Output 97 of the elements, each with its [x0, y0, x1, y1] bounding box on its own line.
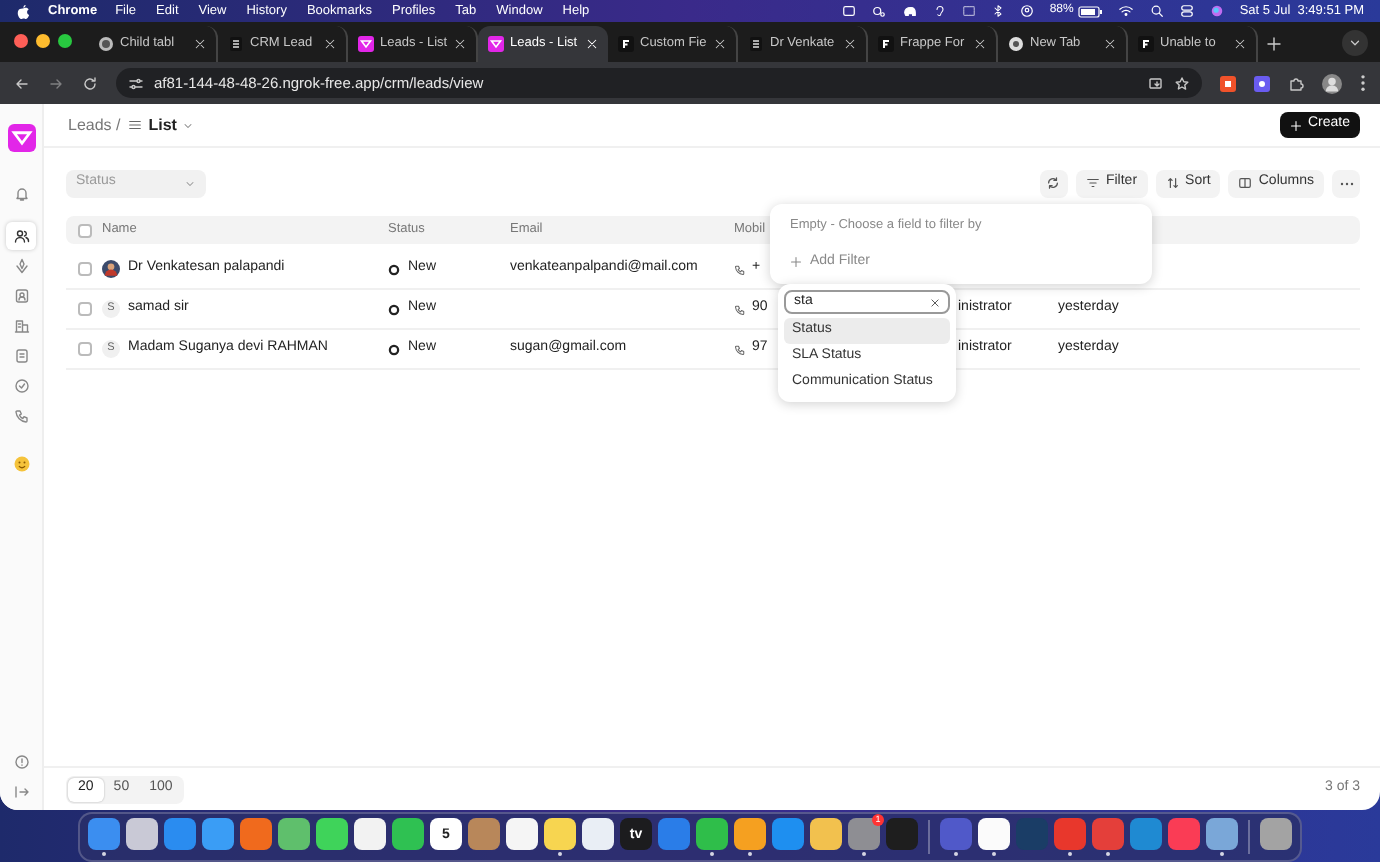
avatar-icon [102, 260, 120, 278]
new-tab-icon[interactable] [1266, 36, 1282, 52]
frappe-logo-icon [878, 36, 894, 52]
crm-logo-icon[interactable] [7, 124, 35, 152]
search-icon[interactable] [1149, 4, 1164, 18]
chevron-down-icon [184, 177, 196, 189]
dock-app-icon[interactable] [126, 818, 158, 850]
close-icon[interactable] [974, 38, 986, 50]
apple-logo-icon[interactable] [16, 3, 30, 19]
bookmark-star-icon[interactable] [1174, 75, 1190, 91]
phone-icon [734, 343, 746, 355]
crm-logo-icon [358, 36, 374, 52]
close-icon[interactable] [1234, 38, 1246, 50]
close-icon[interactable] [1104, 38, 1116, 50]
extension-icon[interactable] [1220, 75, 1236, 91]
install-app-icon[interactable] [1148, 75, 1164, 91]
control-center-icon[interactable] [1179, 4, 1194, 18]
elephant-icon[interactable] [901, 4, 918, 18]
row-checkbox[interactable] [77, 342, 91, 356]
dock-app-icon[interactable] [316, 818, 348, 850]
close-icon[interactable] [454, 38, 466, 50]
filter-icon [1085, 176, 1100, 190]
note-icon [13, 348, 29, 364]
minimize-window-button[interactable] [36, 34, 50, 48]
refresh-icon [1046, 176, 1061, 190]
check-circle-icon [13, 378, 29, 394]
chrome-logo-icon [1008, 36, 1024, 52]
people-icon [13, 228, 29, 244]
dock-app-icon[interactable] [1206, 818, 1238, 850]
dock-app-icon[interactable] [392, 818, 424, 850]
profile-avatar-icon[interactable] [1322, 73, 1342, 93]
collapse-sidebar-icon[interactable] [13, 784, 29, 800]
extension-icon[interactable] [1254, 75, 1270, 91]
dock-app-icon[interactable] [544, 818, 576, 850]
building-icon [13, 318, 29, 334]
refresh-button[interactable] [1039, 169, 1068, 197]
select-all-checkbox[interactable] [77, 223, 91, 237]
back-arrow-icon[interactable] [14, 75, 30, 91]
zoom-window-button[interactable] [58, 34, 72, 48]
breadcrumb-link[interactable]: Leads / [68, 113, 121, 137]
siri-icon[interactable] [1209, 4, 1224, 18]
sort-icon [1165, 176, 1180, 190]
reload-icon[interactable] [82, 75, 98, 91]
dock-app-icon[interactable] [734, 818, 766, 850]
chevron-down-icon [182, 119, 195, 131]
plus-icon [1289, 119, 1302, 131]
list-icon [128, 118, 143, 132]
status-indicator-icon [388, 263, 400, 275]
tab-search-button[interactable] [1342, 30, 1368, 56]
smiley-icon [13, 456, 29, 472]
chevron-down-icon [1348, 36, 1362, 50]
nav-button[interactable] [6, 222, 36, 250]
phone-icon [734, 263, 746, 275]
columns-icon [1238, 176, 1253, 190]
site-settings-icon [128, 75, 144, 91]
close-icon[interactable] [324, 38, 336, 50]
dock-app-icon[interactable] [278, 818, 310, 850]
dock-app-icon[interactable] [978, 818, 1010, 850]
close-window-button[interactable] [14, 34, 28, 48]
globe-icon [98, 36, 114, 52]
dock-app-icon[interactable] [354, 818, 386, 850]
document-icon [228, 36, 244, 52]
plus-icon [790, 256, 802, 268]
document-icon [748, 36, 764, 52]
row-checkbox[interactable] [77, 262, 91, 276]
puzzle-icon[interactable] [1288, 75, 1304, 91]
frappe-logo-icon [618, 36, 634, 52]
diamond-icon [13, 258, 29, 274]
status-indicator-icon [388, 343, 400, 355]
close-icon[interactable] [194, 38, 206, 50]
crm-logo-icon [488, 36, 504, 52]
user-circle-icon[interactable] [1019, 4, 1034, 18]
close-icon[interactable] [714, 38, 726, 50]
dock-app-icon[interactable] [696, 818, 728, 850]
help-icon[interactable] [13, 754, 29, 770]
row-checkbox[interactable] [77, 302, 91, 316]
dock-app-icon[interactable] [506, 818, 538, 850]
status-indicator-icon [388, 303, 400, 315]
frappe-logo-icon [1138, 36, 1154, 52]
status-icon[interactable] [961, 4, 976, 18]
ear-icon[interactable] [933, 4, 946, 18]
battery-icon[interactable] [1077, 5, 1102, 17]
bell-icon [13, 186, 29, 202]
status-icon[interactable] [841, 4, 856, 18]
dock-app-icon[interactable] [810, 818, 842, 850]
clear-icon[interactable] [930, 297, 940, 307]
dock-app-icon[interactable] [1260, 818, 1292, 850]
contact-card-icon [13, 288, 29, 304]
status-icon[interactable] [871, 4, 886, 18]
close-icon[interactable] [844, 38, 856, 50]
phone-icon [734, 303, 746, 315]
phone-icon [13, 408, 29, 424]
dock-app-icon[interactable] [582, 818, 614, 850]
bluetooth-icon[interactable] [991, 4, 1004, 18]
wifi-icon[interactable] [1117, 4, 1134, 18]
more-options-icon[interactable] [1360, 74, 1366, 92]
view-selector[interactable]: List [128, 113, 195, 137]
